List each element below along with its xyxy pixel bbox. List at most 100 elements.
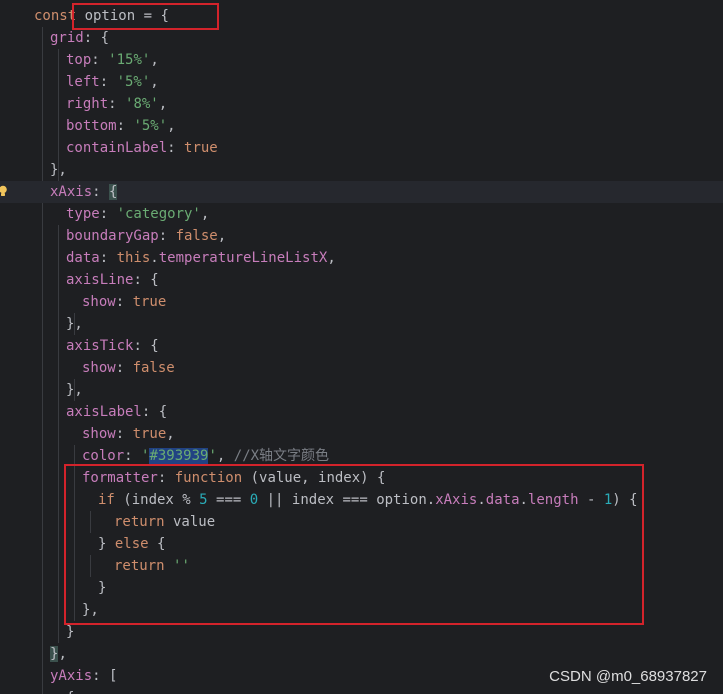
code-line[interactable]: {	[0, 687, 723, 694]
code-line[interactable]: grid: {	[0, 27, 723, 49]
code-text: xAxis: {	[50, 181, 118, 203]
code-text: boundaryGap: false,	[66, 225, 226, 247]
code-token: :	[92, 184, 110, 200]
code-token: :	[115, 426, 133, 442]
code-token: this	[116, 250, 151, 266]
code-token: temperatureLineListX	[158, 250, 328, 266]
code-token: ,	[150, 74, 159, 90]
code-token: },	[66, 382, 83, 398]
code-token: '	[208, 448, 217, 464]
code-token: axisTick	[66, 338, 134, 354]
code-text: yAxis: [	[50, 665, 117, 687]
code-token: ,	[58, 646, 67, 662]
code-token: },	[66, 316, 83, 332]
code-text: left: '5%',	[66, 71, 159, 93]
code-line[interactable]: show: false	[0, 357, 723, 379]
code-token: boundaryGap	[66, 228, 159, 244]
code-text: show: true	[82, 291, 166, 313]
code-token: //X轴文字颜色	[233, 448, 330, 464]
code-token: :	[167, 140, 185, 156]
code-token: #393939	[149, 448, 209, 464]
code-line[interactable]: xAxis: {	[0, 181, 723, 203]
code-token: :	[124, 448, 142, 464]
code-token: {	[109, 184, 118, 200]
code-token: ,	[158, 96, 168, 112]
code-token: ,	[200, 206, 210, 222]
code-token: data	[66, 250, 100, 266]
code-line[interactable]: type: 'category',	[0, 203, 723, 225]
code-text: top: '15%',	[66, 49, 159, 71]
code-token: top	[66, 52, 92, 68]
code-token: ,	[327, 250, 336, 266]
code-token: color	[82, 448, 125, 464]
code-line[interactable]: containLabel: true	[0, 137, 723, 159]
code-text: show: false	[82, 357, 175, 379]
code-line[interactable]: left: '5%',	[0, 71, 723, 93]
code-token: show	[82, 360, 116, 376]
code-text: containLabel: true	[66, 137, 218, 159]
code-token: 'category'	[116, 206, 201, 222]
code-line[interactable]: axisLabel: {	[0, 401, 723, 423]
code-line[interactable]: bottom: '5%',	[0, 115, 723, 137]
code-token: show	[82, 294, 116, 310]
code-line[interactable]: show: true	[0, 291, 723, 313]
code-line[interactable]: },	[0, 643, 723, 665]
code-token: :	[116, 118, 134, 134]
code-line[interactable]: },	[0, 379, 723, 401]
code-line[interactable]: top: '15%',	[0, 49, 723, 71]
code-token: : {	[133, 338, 159, 354]
code-text: right: '8%',	[66, 93, 167, 115]
code-line[interactable]: right: '8%',	[0, 93, 723, 115]
code-text: axisLine: {	[66, 269, 159, 291]
code-token: :	[158, 228, 176, 244]
code-token: :	[99, 74, 117, 90]
code-token: true	[184, 140, 218, 156]
code-text: grid: {	[50, 27, 109, 49]
code-text: show: true,	[82, 423, 175, 445]
code-text: {	[66, 687, 74, 694]
code-token: :	[99, 250, 117, 266]
code-line[interactable]: show: true,	[0, 423, 723, 445]
code-token: containLabel	[66, 140, 168, 156]
code-token: {	[66, 690, 74, 694]
code-text: axisLabel: {	[66, 401, 167, 423]
code-token: ,	[150, 52, 159, 68]
code-line[interactable]: axisLine: {	[0, 269, 723, 291]
code-editor[interactable]: const option = {grid: {top: '15%', left: …	[0, 0, 723, 694]
watermark: CSDN @m0_68937827	[549, 668, 707, 685]
lightbulb-icon[interactable]	[0, 185, 8, 197]
code-token: : [	[92, 668, 118, 684]
code-token: : {	[83, 30, 110, 46]
code-token: ,	[217, 228, 227, 244]
code-token: axisLine	[66, 272, 134, 288]
code-token: axisLabel	[66, 404, 142, 420]
code-token: grid	[50, 30, 84, 46]
code-line[interactable]: boundaryGap: false,	[0, 225, 723, 247]
code-line[interactable]: axisTick: {	[0, 335, 723, 357]
code-token: '5%'	[116, 74, 151, 90]
option-highlight-box	[72, 3, 219, 30]
code-text: },	[66, 379, 83, 401]
code-token: },	[50, 162, 67, 178]
code-text: },	[50, 159, 67, 181]
code-line[interactable]: },	[0, 159, 723, 181]
code-text: axisTick: {	[66, 335, 159, 357]
code-token: right	[66, 96, 109, 112]
code-token: ,	[166, 426, 175, 442]
code-token: bottom	[66, 118, 117, 134]
code-line[interactable]: },	[0, 313, 723, 335]
code-text: data: this.temperatureLineListX,	[66, 247, 336, 269]
code-token: }	[66, 624, 75, 640]
code-line[interactable]: data: this.temperatureLineListX,	[0, 247, 723, 269]
code-token: :	[108, 96, 126, 112]
code-token: yAxis	[50, 668, 93, 684]
code-token: : {	[141, 404, 168, 420]
code-token: :	[115, 360, 133, 376]
code-token: .	[150, 250, 159, 266]
code-token: true	[132, 294, 167, 310]
code-token: false	[132, 360, 175, 376]
code-token: ,	[167, 118, 176, 134]
formatter-highlight-box	[64, 464, 644, 625]
code-text: },	[50, 643, 67, 665]
code-token: ,	[216, 448, 234, 464]
